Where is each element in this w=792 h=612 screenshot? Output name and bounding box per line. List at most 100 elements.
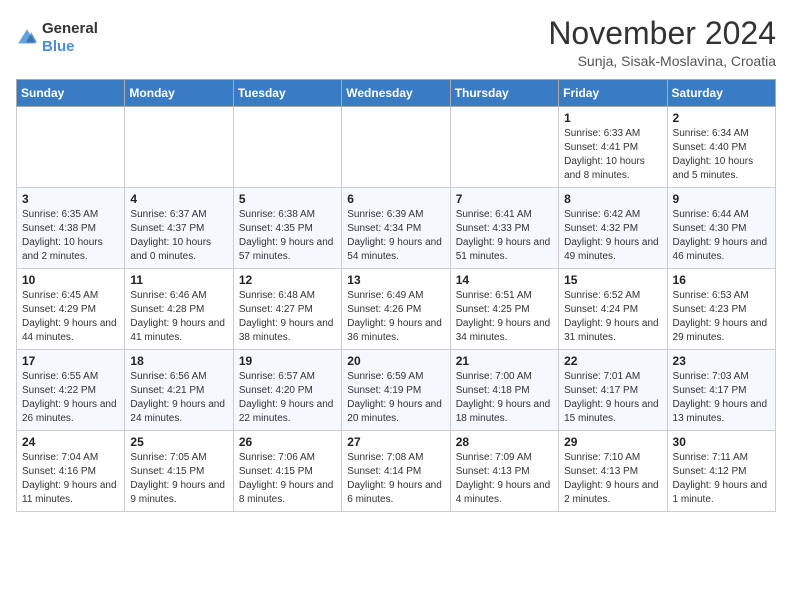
- calendar-day-cell: 3 Sunrise: 6:35 AM Sunset: 4:38 PM Daylig…: [17, 188, 125, 269]
- day-info: Sunrise: 6:44 AM Sunset: 4:30 PM Dayligh…: [673, 208, 770, 264]
- calendar-day-cell: 22 Sunrise: 7:01 AM Sunset: 4:17 PM Dayli…: [559, 350, 667, 431]
- calendar-day-cell: 20 Sunrise: 6:59 AM Sunset: 4:19 PM Dayli…: [342, 350, 450, 431]
- day-info: Sunrise: 6:55 AM Sunset: 4:22 PM Dayligh…: [22, 370, 119, 426]
- calendar-day-cell: 16 Sunrise: 6:53 AM Sunset: 4:23 PM Dayli…: [667, 269, 775, 350]
- calendar-day-cell: [125, 107, 233, 188]
- day-info: Sunrise: 6:33 AM Sunset: 4:41 PM Dayligh…: [564, 127, 661, 183]
- calendar-day-cell: 11 Sunrise: 6:46 AM Sunset: 4:28 PM Dayli…: [125, 269, 233, 350]
- calendar-day-cell: 15 Sunrise: 6:52 AM Sunset: 4:24 PM Dayli…: [559, 269, 667, 350]
- day-number: 28: [456, 435, 553, 449]
- day-number: 14: [456, 273, 553, 287]
- day-number: 19: [239, 354, 336, 368]
- day-info: Sunrise: 6:35 AM Sunset: 4:38 PM Dayligh…: [22, 208, 119, 264]
- calendar-day-cell: 23Sunrise: 7:03 AM Sunset: 4:17 PM Dayli…: [667, 350, 775, 431]
- weekday-header: Thursday: [450, 80, 558, 107]
- calendar-day-cell: 21 Sunrise: 7:00 AM Sunset: 4:18 PM Dayli…: [450, 350, 558, 431]
- day-number: 26: [239, 435, 336, 449]
- day-number: 3: [22, 192, 119, 206]
- day-info: Sunrise: 7:06 AM Sunset: 4:15 PM Dayligh…: [239, 451, 336, 507]
- day-number: 9: [673, 192, 770, 206]
- calendar-week-row: 10Sunrise: 6:45 AM Sunset: 4:29 PM Dayli…: [17, 269, 776, 350]
- weekday-header: Friday: [559, 80, 667, 107]
- day-number: 17: [22, 354, 119, 368]
- day-info: Sunrise: 6:42 AM Sunset: 4:32 PM Dayligh…: [564, 208, 661, 264]
- calendar-day-cell: 14 Sunrise: 6:51 AM Sunset: 4:25 PM Dayli…: [450, 269, 558, 350]
- weekday-header: Sunday: [17, 80, 125, 107]
- day-number: 29: [564, 435, 661, 449]
- logo-icon: [16, 27, 38, 49]
- calendar-day-cell: 24 Sunrise: 7:04 AM Sunset: 4:16 PM Dayli…: [17, 431, 125, 512]
- day-info: Sunrise: 7:11 AM Sunset: 4:12 PM Dayligh…: [673, 451, 770, 507]
- location-subtitle: Sunja, Sisak-Moslavina, Croatia: [548, 53, 776, 69]
- day-number: 24: [22, 435, 119, 449]
- calendar-day-cell: 26 Sunrise: 7:06 AM Sunset: 4:15 PM Dayli…: [233, 431, 341, 512]
- calendar-day-cell: 9 Sunrise: 6:44 AM Sunset: 4:30 PM Daylig…: [667, 188, 775, 269]
- calendar-table: SundayMondayTuesdayWednesdayThursdayFrid…: [16, 79, 776, 512]
- title-area: November 2024 Sunja, Sisak-Moslavina, Cr…: [548, 16, 776, 69]
- day-info: Sunrise: 7:08 AM Sunset: 4:14 PM Dayligh…: [347, 451, 444, 507]
- calendar-day-cell: 7 Sunrise: 6:41 AM Sunset: 4:33 PM Daylig…: [450, 188, 558, 269]
- day-info: Sunrise: 6:34 AM Sunset: 4:40 PM Dayligh…: [673, 127, 770, 183]
- weekday-header: Wednesday: [342, 80, 450, 107]
- day-number: 27: [347, 435, 444, 449]
- day-info: Sunrise: 6:38 AM Sunset: 4:35 PM Dayligh…: [239, 208, 336, 264]
- day-number: 8: [564, 192, 661, 206]
- calendar-day-cell: [233, 107, 341, 188]
- calendar-day-cell: 2 Sunrise: 6:34 AM Sunset: 4:40 PM Daylig…: [667, 107, 775, 188]
- calendar-day-cell: 25 Sunrise: 7:05 AM Sunset: 4:15 PM Dayli…: [125, 431, 233, 512]
- day-number: 10: [22, 273, 119, 287]
- calendar-day-cell: 6Sunrise: 6:39 AM Sunset: 4:34 PM Daylig…: [342, 188, 450, 269]
- day-number: 25: [130, 435, 227, 449]
- calendar-day-cell: 17 Sunrise: 6:55 AM Sunset: 4:22 PM Dayli…: [17, 350, 125, 431]
- logo: General Blue: [16, 20, 98, 56]
- calendar-week-row: 24 Sunrise: 7:04 AM Sunset: 4:16 PM Dayli…: [17, 431, 776, 512]
- calendar-week-row: 1 Sunrise: 6:33 AM Sunset: 4:41 PM Daylig…: [17, 107, 776, 188]
- day-number: 20: [347, 354, 444, 368]
- day-info: Sunrise: 6:37 AM Sunset: 4:37 PM Dayligh…: [130, 208, 227, 264]
- logo-general: General Blue: [42, 20, 98, 56]
- calendar-day-cell: 18Sunrise: 6:56 AM Sunset: 4:21 PM Dayli…: [125, 350, 233, 431]
- day-number: 21: [456, 354, 553, 368]
- day-number: 5: [239, 192, 336, 206]
- day-number: 15: [564, 273, 661, 287]
- weekday-header: Saturday: [667, 80, 775, 107]
- calendar-day-cell: 28 Sunrise: 7:09 AM Sunset: 4:13 PM Dayli…: [450, 431, 558, 512]
- day-number: 7: [456, 192, 553, 206]
- day-number: 13: [347, 273, 444, 287]
- day-info: Sunrise: 6:46 AM Sunset: 4:28 PM Dayligh…: [130, 289, 227, 345]
- calendar-day-cell: [17, 107, 125, 188]
- day-info: Sunrise: 7:03 AM Sunset: 4:17 PM Dayligh…: [673, 370, 770, 426]
- day-info: Sunrise: 7:05 AM Sunset: 4:15 PM Dayligh…: [130, 451, 227, 507]
- day-number: 11: [130, 273, 227, 287]
- calendar-header-row: SundayMondayTuesdayWednesdayThursdayFrid…: [17, 80, 776, 107]
- day-info: Sunrise: 6:53 AM Sunset: 4:23 PM Dayligh…: [673, 289, 770, 345]
- month-title: November 2024: [548, 16, 776, 51]
- day-info: Sunrise: 6:41 AM Sunset: 4:33 PM Dayligh…: [456, 208, 553, 264]
- calendar-day-cell: 1 Sunrise: 6:33 AM Sunset: 4:41 PM Daylig…: [559, 107, 667, 188]
- day-info: Sunrise: 7:04 AM Sunset: 4:16 PM Dayligh…: [22, 451, 119, 507]
- day-number: 18: [130, 354, 227, 368]
- weekday-header: Tuesday: [233, 80, 341, 107]
- day-number: 16: [673, 273, 770, 287]
- day-info: Sunrise: 7:00 AM Sunset: 4:18 PM Dayligh…: [456, 370, 553, 426]
- day-info: Sunrise: 6:39 AM Sunset: 4:34 PM Dayligh…: [347, 208, 444, 264]
- day-info: Sunrise: 7:01 AM Sunset: 4:17 PM Dayligh…: [564, 370, 661, 426]
- day-info: Sunrise: 6:51 AM Sunset: 4:25 PM Dayligh…: [456, 289, 553, 345]
- day-number: 1: [564, 111, 661, 125]
- day-number: 30: [673, 435, 770, 449]
- calendar-day-cell: 19 Sunrise: 6:57 AM Sunset: 4:20 PM Dayli…: [233, 350, 341, 431]
- day-info: Sunrise: 6:57 AM Sunset: 4:20 PM Dayligh…: [239, 370, 336, 426]
- calendar-day-cell: 5 Sunrise: 6:38 AM Sunset: 4:35 PM Daylig…: [233, 188, 341, 269]
- day-info: Sunrise: 7:09 AM Sunset: 4:13 PM Dayligh…: [456, 451, 553, 507]
- day-info: Sunrise: 6:52 AM Sunset: 4:24 PM Dayligh…: [564, 289, 661, 345]
- day-number: 2: [673, 111, 770, 125]
- day-number: 12: [239, 273, 336, 287]
- weekday-header: Monday: [125, 80, 233, 107]
- calendar-day-cell: 27 Sunrise: 7:08 AM Sunset: 4:14 PM Dayli…: [342, 431, 450, 512]
- calendar-day-cell: 8 Sunrise: 6:42 AM Sunset: 4:32 PM Daylig…: [559, 188, 667, 269]
- day-number: 22: [564, 354, 661, 368]
- day-info: Sunrise: 6:59 AM Sunset: 4:19 PM Dayligh…: [347, 370, 444, 426]
- calendar-day-cell: 10Sunrise: 6:45 AM Sunset: 4:29 PM Dayli…: [17, 269, 125, 350]
- calendar-day-cell: 12 Sunrise: 6:48 AM Sunset: 4:27 PM Dayli…: [233, 269, 341, 350]
- day-info: Sunrise: 6:48 AM Sunset: 4:27 PM Dayligh…: [239, 289, 336, 345]
